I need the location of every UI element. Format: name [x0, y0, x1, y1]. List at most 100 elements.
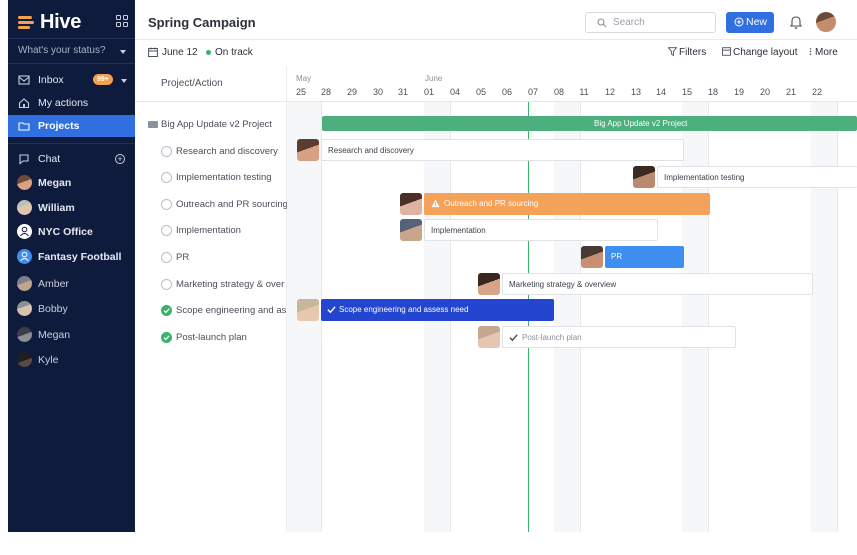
user-avatar[interactable]: [816, 12, 836, 32]
day-label: 11: [579, 87, 589, 97]
action-row-label[interactable]: Scope engineering and as: [176, 305, 286, 316]
change-layout-button[interactable]: Change layout: [733, 47, 798, 58]
gantt-timeline: May June 25 28 29 30 31 01 04 05 06 07 0…: [287, 66, 857, 532]
sidebar-item-label: My actions: [38, 97, 89, 109]
sidebar-contact[interactable]: Amber: [8, 273, 135, 295]
logo[interactable]: Hive: [18, 11, 81, 34]
contact-name: Kyle: [38, 354, 59, 366]
avatar: [17, 352, 32, 367]
sidebar-contact[interactable]: Fantasy Football: [8, 246, 135, 268]
task-bar-label: Implementation: [431, 226, 486, 235]
check-circle-icon[interactable]: [161, 172, 172, 183]
chevron-down-icon[interactable]: [121, 79, 127, 83]
check-circle-icon[interactable]: [161, 279, 172, 290]
sidebar-item-chat[interactable]: Chat +: [8, 148, 135, 170]
avatar: [17, 301, 32, 316]
task-bar-label: Research and discovery: [328, 146, 414, 155]
home-icon: [18, 98, 30, 109]
layout-icon: [722, 47, 731, 56]
month-label: May: [296, 74, 312, 83]
assignee-avatar[interactable]: [400, 193, 422, 215]
check-circle-icon[interactable]: [161, 225, 172, 236]
project-bar-label: Big App Update v2 Project: [594, 119, 688, 128]
action-row-label[interactable]: Post-launch plan: [176, 332, 247, 343]
action-row-label[interactable]: Research and discovery: [176, 146, 278, 157]
hive-app: Hive What's your status? Inbox 99+ My ac…: [0, 0, 857, 555]
inbox-count-badge: 99+: [93, 74, 113, 85]
group-icon: [17, 224, 32, 239]
more-button[interactable]: More: [815, 47, 838, 58]
sidebar-contact[interactable]: Bobby: [8, 298, 135, 320]
due-date[interactable]: June 12: [162, 47, 198, 58]
task-bar[interactable]: Post-launch plan: [502, 326, 736, 348]
status-text[interactable]: On track: [215, 47, 253, 58]
sidebar-contact[interactable]: Kyle: [8, 349, 135, 371]
day-label: 29: [346, 87, 357, 97]
assignee-avatar[interactable]: [297, 299, 319, 321]
check-circle-icon[interactable]: [161, 252, 172, 263]
new-button[interactable]: New: [726, 12, 774, 33]
sidebar-item-my-actions[interactable]: My actions: [8, 92, 135, 114]
task-bar-label: Outreach and PR sourcing: [444, 199, 539, 208]
check-circle-icon[interactable]: [161, 305, 172, 316]
sidebar-item-inbox[interactable]: Inbox 99+: [8, 69, 135, 91]
day-label: 31: [397, 87, 408, 97]
week-line: [580, 102, 581, 532]
task-bar-label: Post-launch plan: [522, 333, 582, 342]
check-circle-icon[interactable]: [161, 199, 172, 210]
assignee-avatar[interactable]: [581, 246, 603, 268]
project-row-label[interactable]: Big App Update v2 Project: [161, 119, 272, 130]
folder-icon: [18, 122, 30, 131]
gantt-action-list: Project/Action Big App Update v2 Project…: [135, 66, 288, 532]
sidebar-contact[interactable]: Megan: [8, 324, 135, 346]
day-label: 12: [604, 87, 615, 97]
status-dropdown[interactable]: What's your status?: [8, 38, 135, 64]
action-row-label[interactable]: Implementation: [176, 225, 241, 236]
day-label: 18: [707, 87, 718, 97]
assignee-avatar[interactable]: [478, 273, 500, 295]
assignee-avatar[interactable]: [633, 166, 655, 188]
project-bar[interactable]: Big App Update v2 Project: [322, 116, 857, 131]
day-label: 06: [501, 87, 512, 97]
filters-button[interactable]: Filters: [679, 47, 706, 58]
checkmark-icon: [509, 334, 518, 342]
action-row-label[interactable]: Outreach and PR sourcing: [176, 199, 288, 210]
assignee-avatar[interactable]: [478, 326, 500, 348]
task-bar[interactable]: Scope engineering and assess need: [321, 299, 554, 321]
task-bar[interactable]: Marketing strategy & overview: [502, 273, 813, 295]
task-bar[interactable]: PR: [605, 246, 684, 268]
assignee-avatar[interactable]: [297, 139, 319, 161]
task-bar[interactable]: Research and discovery: [321, 139, 684, 161]
task-bar[interactable]: Outreach and PR sourcing: [424, 193, 710, 215]
sidebar-contact[interactable]: William: [8, 197, 135, 219]
avatar: [17, 200, 32, 215]
check-circle-icon[interactable]: [161, 146, 172, 157]
day-label: 20: [759, 87, 770, 97]
sidebar-contact[interactable]: NYC Office: [8, 221, 135, 243]
search-input[interactable]: Search: [585, 12, 716, 33]
assignee-avatar[interactable]: [400, 219, 422, 241]
sidebar-contact[interactable]: Megan: [8, 172, 135, 194]
header: Spring Campaign Search New: [135, 0, 857, 40]
action-row-label[interactable]: Implementation testing: [176, 172, 272, 183]
day-label: 01: [423, 87, 434, 97]
logo-text: Hive: [40, 11, 82, 33]
avatar: [17, 175, 32, 190]
day-label: 19: [733, 87, 744, 97]
calendar-icon: [148, 47, 158, 57]
contact-name: Amber: [38, 278, 69, 290]
check-circle-icon[interactable]: [161, 332, 172, 343]
sidebar-divider: [8, 143, 135, 144]
action-row-label[interactable]: PR: [176, 252, 189, 263]
sidebar: Hive What's your status? Inbox 99+ My ac…: [8, 0, 135, 532]
contact-name: Megan: [38, 177, 72, 189]
task-bar[interactable]: Implementation testing: [657, 166, 857, 188]
bell-icon[interactable]: [789, 14, 803, 30]
task-bar[interactable]: Implementation: [424, 219, 658, 241]
grid-icon[interactable]: [116, 15, 128, 27]
add-chat-icon[interactable]: +: [115, 154, 125, 164]
avatar: [17, 276, 32, 291]
sidebar-item-projects[interactable]: Projects: [8, 115, 135, 137]
status-placeholder: What's your status?: [18, 45, 106, 56]
action-row-label[interactable]: Marketing strategy & over: [176, 279, 284, 290]
